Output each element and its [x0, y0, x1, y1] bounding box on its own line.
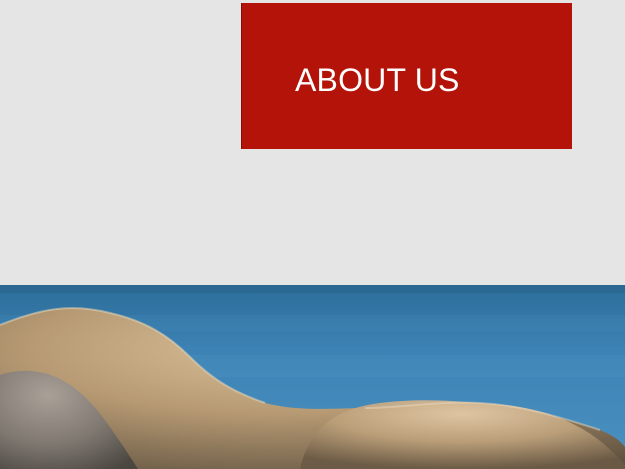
about-us-tile[interactable]: ABOUT US: [241, 3, 572, 149]
coastal-rocks-photo: [0, 285, 625, 469]
page: ABOUT US: [0, 0, 625, 469]
header-area: ABOUT US: [0, 0, 625, 285]
about-us-label: ABOUT US: [295, 62, 460, 98]
hero-image: [0, 285, 625, 469]
